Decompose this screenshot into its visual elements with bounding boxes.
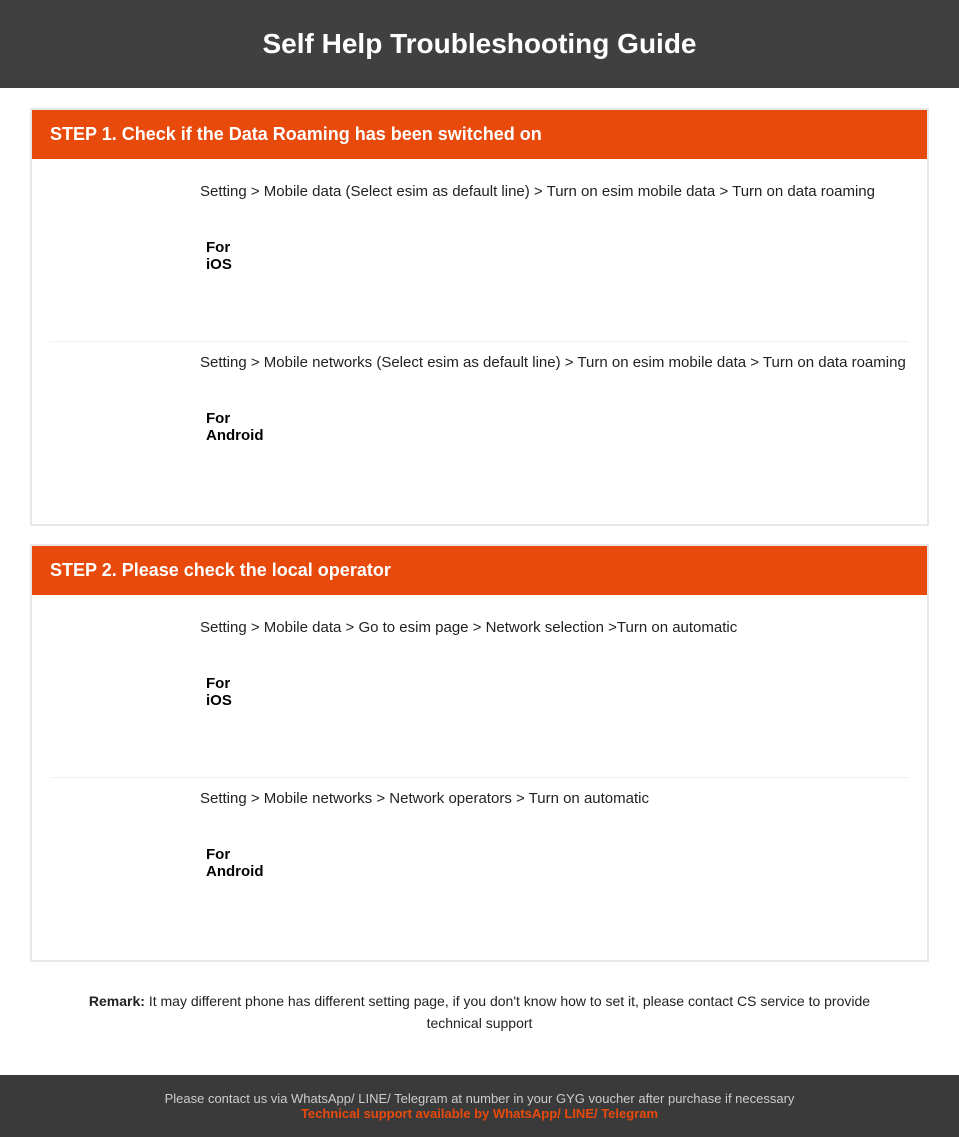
step2-header: STEP 2. Please check the local operator [32,546,927,595]
step2-android-row: 🤖 For Android Setting > Mobile networks … [50,777,909,948]
step2-block: STEP 2. Please check the local operator … [30,544,929,962]
step2-ios-description: Setting > Mobile data > Go to esim page … [200,617,737,640]
step1-header: STEP 1. Check if the Data Roaming has be… [32,110,927,159]
step2-ios-label-text: For iOS [206,675,232,709]
remark-section: Remark: It may different phone has diffe… [30,980,929,1055]
page-header: Self Help Troubleshooting Guide [0,0,959,88]
step1-block: STEP 1. Check if the Data Roaming has be… [30,108,929,526]
remark-prefix: Remark: [89,993,145,1009]
page-title: Self Help Troubleshooting Guide [20,28,939,60]
step1-heading: STEP 1. Check if the Data Roaming has be… [50,124,542,144]
step1-android-description: Setting > Mobile networks (Select esim a… [200,352,906,375]
footer-support-text: Technical support available by WhatsApp/… [20,1106,939,1121]
step1-ios-row: For iOS Setting > Mobile data (Select es… [50,171,909,341]
step1-android-label: 🤖 For Android [50,352,200,502]
step2-body: For iOS Setting > Mobile data > Go to es… [32,595,927,960]
footer-main-text: Please contact us via WhatsApp/ LINE/ Te… [20,1091,939,1106]
step1-android-row: 🤖 For Android Setting > Mobile networks … [50,341,909,512]
step2-android-description: Setting > Mobile networks > Network oper… [200,788,649,811]
page-footer: Please contact us via WhatsApp/ LINE/ Te… [0,1075,959,1137]
step1-ios-description: Setting > Mobile data (Select esim as de… [200,181,875,204]
step1-ios-label-text: For iOS [206,239,232,273]
step1-body: For iOS Setting > Mobile data (Select es… [32,159,927,524]
android-icon: 🤖 [50,352,200,502]
step1-android-label-text: For Android [206,410,263,444]
android-icon-2: 🤖 [50,788,200,938]
remark-text: It may different phone has different set… [145,993,870,1031]
step2-android-label-text: For Android [206,846,263,880]
step1-ios-label: For iOS [50,181,200,331]
step2-android-label: 🤖 For Android [50,788,200,938]
apple-icon [50,181,200,331]
step2-ios-row: For iOS Setting > Mobile data > Go to es… [50,607,909,777]
step2-heading: STEP 2. Please check the local operator [50,560,391,580]
main-content: STEP 1. Check if the Data Roaming has be… [0,88,959,1075]
